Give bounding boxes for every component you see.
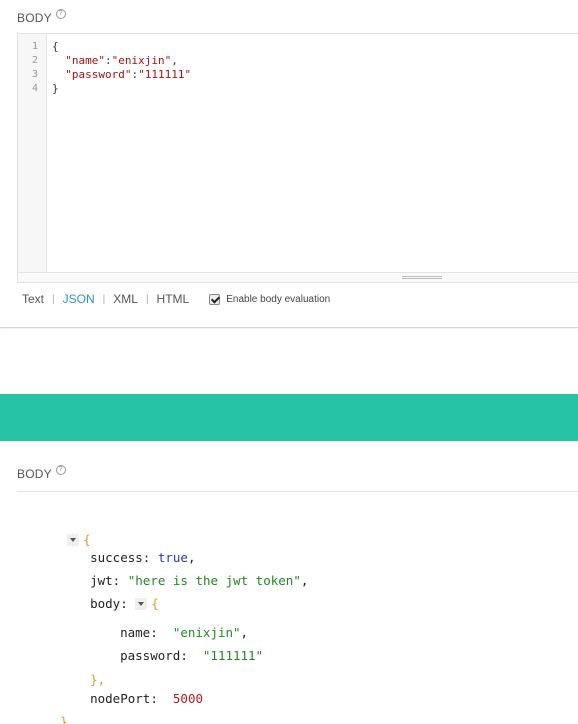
help-icon[interactable]: ?: [55, 9, 66, 19]
request-body-editor[interactable]: 1 2 3 4 { "name":"enixjin", "password":"…: [17, 33, 578, 283]
line-number: 4: [31, 83, 38, 94]
collapse-toggle-icon[interactable]: [135, 597, 148, 610]
line-number: 3: [31, 69, 38, 80]
format-json[interactable]: JSON: [63, 292, 95, 306]
body-evaluation-checkbox[interactable]: [209, 293, 221, 305]
line-number: 2: [31, 55, 38, 66]
request-body-label: BODY ?: [17, 9, 66, 25]
code-comma: ,: [171, 54, 178, 67]
code-key-password: "password": [65, 68, 132, 81]
json-key: password:: [120, 648, 188, 663]
body-format-selector: Text | JSON | XML | HTML Enable body eva…: [22, 292, 330, 306]
response-body-title: BODY: [17, 467, 52, 481]
response-divider: [17, 491, 578, 492]
format-separator: |: [102, 293, 106, 305]
code-key-name: "name": [65, 54, 105, 67]
code-content[interactable]: { "name":"enixjin", "password":"111111" …: [52, 40, 191, 96]
teal-banner: [0, 394, 578, 441]
body-evaluation-label: Enable body evaluation: [226, 293, 331, 305]
format-text[interactable]: Text: [22, 292, 44, 306]
code-colon: :: [105, 54, 112, 67]
line-number-gutter: 1 2 3 4: [18, 34, 47, 274]
request-body-title: BODY: [17, 11, 52, 25]
json-field-nodeport: nodePort: 5000: [60, 675, 203, 723]
code-value-name: "enixjin": [111, 54, 172, 67]
body-evaluation-toggle[interactable]: Enable body evaluation: [209, 293, 331, 305]
json-value-string: "111111": [202, 648, 264, 663]
grip-icon: [402, 276, 442, 279]
format-separator: |: [52, 293, 55, 305]
editor-resize-handle[interactable]: [18, 272, 578, 282]
code-value-password: "111111": [138, 68, 192, 81]
json-close-brace: }: [60, 714, 68, 724]
response-body-label: BODY ?: [17, 465, 66, 481]
json-comma: ,: [300, 573, 309, 588]
request-body-panel: BODY ? 1 2 3 4 { "name":"enixjin", "pass…: [0, 0, 578, 328]
format-xml[interactable]: XML: [113, 292, 138, 306]
code-close-brace: }: [52, 82, 59, 95]
json-key: nodePort:: [90, 691, 158, 706]
panel-gap: [0, 329, 578, 393]
format-separator: |: [145, 293, 149, 305]
format-html[interactable]: HTML: [157, 292, 190, 306]
help-icon[interactable]: ?: [55, 465, 66, 475]
json-field-password: password: "111111": [90, 632, 263, 680]
line-number: 1: [31, 41, 38, 52]
code-open-brace: {: [52, 40, 59, 53]
json-value-number: 5000: [172, 691, 204, 706]
json-root-close: }: [30, 698, 68, 724]
